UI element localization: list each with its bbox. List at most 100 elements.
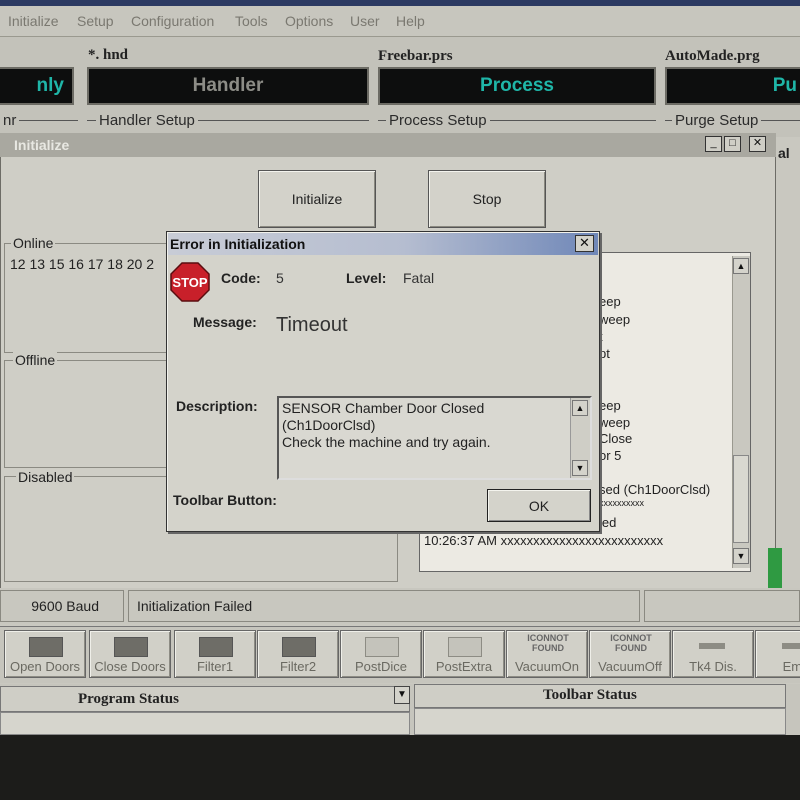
scroll-down-icon[interactable]: ▼ [572,460,588,476]
offline-label: Offline [13,352,58,368]
menu-configuration[interactable]: Configuration [131,13,214,29]
postdice-button[interactable]: PostDice [340,630,422,678]
description-line: Check the machine and try again. [282,434,491,450]
icon-not-found-icon: ICONNOT FOUND [610,633,652,653]
handler-panel-text: Handler [192,75,264,96]
minimize-button[interactable]: _ [705,136,722,152]
close-doors-button[interactable]: Close Doors [89,630,171,678]
postextra-button[interactable]: PostExtra [423,630,505,678]
baud-rate: 9600 Baud [0,590,124,622]
log-line: weep [599,415,631,430]
tk4-dis-label: Tk4 Dis. [689,659,737,674]
status-message: Initialization Failed [128,590,640,622]
emp-button[interactable]: Emp [755,630,800,678]
close-doors-label: Close Doors [94,659,166,674]
vacuumon-button[interactable]: ICONNOT FOUND VacuumOn [506,630,588,678]
filter2-button[interactable]: Filter2 [257,630,339,678]
program-status-box[interactable] [0,686,410,712]
log-line: led [599,515,617,530]
menu-initialize[interactable]: Initialize [8,13,59,29]
log-line: xxxxxxxxxx [599,498,644,508]
initialize-window-titlebar[interactable] [0,133,776,157]
process-file-name: Freebar.prs [378,48,453,64]
tk4-dis-button[interactable]: Tk4 Dis. [672,630,754,678]
open-doors-button[interactable]: Open Doors [4,630,86,678]
log-line: Close [599,431,633,446]
toolbar-button-label: Toolbar Button: [173,492,277,508]
filter1-button[interactable]: Filter1 [174,630,256,678]
message-label: Message: [193,314,257,330]
toolbar-status-field [414,708,786,735]
stop-text: STOP [172,275,207,290]
handler-panel[interactable]: Handler [87,67,369,105]
initialize-button[interactable]: Initialize [258,170,376,228]
toolbar-status-title: Toolbar Status [543,687,637,703]
log-line: weep [599,312,631,327]
log-line: eep [599,398,621,413]
purge-panel-text: Pu [772,75,797,96]
process-panel[interactable]: Process [378,67,656,105]
purge-file-name: AutoMade.prg [665,48,760,64]
purge-setup-label: Purge Setup [672,112,762,129]
description-line: SENSOR Chamber Door Closed [282,400,485,416]
group-label-left: nr [0,112,20,129]
menu-bar: Initialize Setup Configuration Tools Opt… [0,6,800,37]
scroll-down-icon[interactable]: ▼ [733,548,749,564]
grid-icon [448,637,482,657]
log-line: pt [599,346,610,361]
description-line: (Ch1DoorClsd) [282,417,376,433]
online-numbers: 12 13 15 16 17 18 20 2 [10,256,155,272]
status-cell-empty [644,590,800,622]
dialog-close-button[interactable]: ✕ [575,235,594,252]
stop-icon: STOP [170,262,210,302]
mode-panel[interactable]: nly [0,67,74,105]
handler-file-name: *. hnd [88,47,129,63]
online-label: Online [11,235,56,251]
ok-button[interactable]: OK [487,489,591,522]
level-label: Level: [346,270,387,286]
code-label: Code: [221,270,261,286]
dropdown-arrow-icon[interactable]: ▼ [394,686,410,704]
menu-help[interactable]: Help [396,13,425,29]
menu-options[interactable]: Options [285,13,333,29]
menu-user[interactable]: User [350,13,380,29]
open-doors-label: Open Doors [9,659,81,674]
arrow-icon [782,643,800,649]
process-setup-label: Process Setup [386,112,490,129]
scroll-up-icon[interactable]: ▲ [733,258,749,274]
edge-text: al [778,145,790,161]
handler-setup-label: Handler Setup [96,112,198,129]
error-dialog-title: Error in Initialization [170,236,306,252]
close-window-button[interactable]: ✕ [749,136,766,152]
stop-button[interactable]: Stop [428,170,546,228]
open-doors-icon [29,637,63,657]
scroll-up-icon[interactable]: ▲ [572,400,588,416]
process-panel-text: Process [480,75,554,96]
log-line: sed (Ch1DoorClsd) [599,482,711,497]
program-status-field[interactable] [0,712,410,735]
vacuumon-label: VacuumOn [514,659,580,674]
mode-panel-text: nly [36,75,64,96]
disabled-label: Disabled [16,469,75,485]
menu-setup[interactable]: Setup [77,13,114,29]
offline-group [4,360,174,468]
screen: Initialize Setup Configuration Tools Opt… [0,0,800,800]
filter2-icon [282,637,316,657]
initialize-window-title: Initialize [14,137,70,153]
filter2-label: Filter2 [279,659,317,674]
vacuumoff-button[interactable]: ICONNOT FOUND VacuumOff [589,630,671,678]
maximize-button[interactable]: □ [724,136,741,152]
purge-panel[interactable]: Pu [665,67,800,105]
vacuumoff-label: VacuumOff [598,659,662,674]
status-indicator [768,548,782,592]
filter1-icon [199,637,233,657]
log-scroll-thumb[interactable] [733,455,749,543]
code-value: 5 [276,270,284,286]
grid-icon [365,637,399,657]
monitor-bezel [0,735,800,800]
message-value: Timeout [276,314,348,336]
close-doors-icon [114,637,148,657]
emp-label: Emp [782,659,800,674]
arrow-icon [699,643,725,649]
menu-tools[interactable]: Tools [235,13,268,29]
